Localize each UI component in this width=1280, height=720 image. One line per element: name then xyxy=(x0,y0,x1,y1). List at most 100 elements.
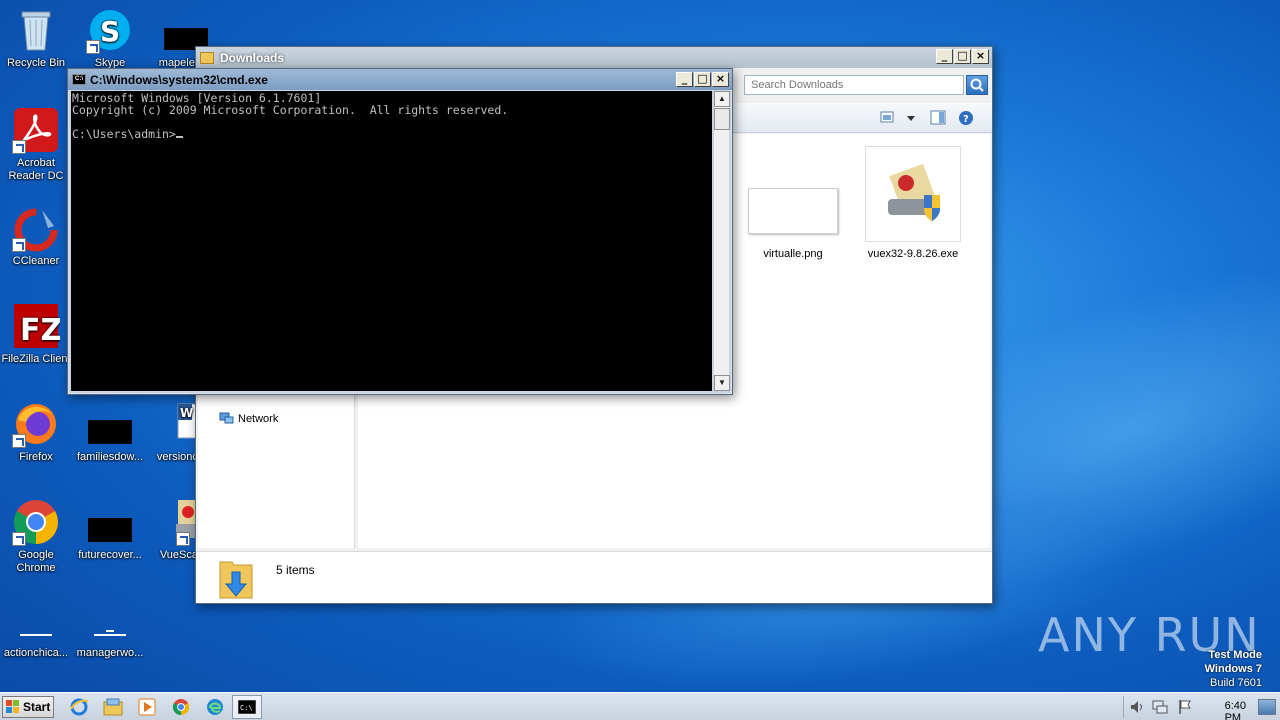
taskbar-edge[interactable] xyxy=(200,695,230,719)
start-label: Start xyxy=(23,700,51,714)
minimize-button[interactable]: _ xyxy=(676,72,693,87)
chrome-icon xyxy=(172,699,190,716)
taskbar-cmd[interactable]: C:\ xyxy=(232,695,262,719)
cmd-icon: C:\ xyxy=(72,74,86,85)
firefox-icon xyxy=(12,400,60,448)
scroll-thumb[interactable] xyxy=(714,108,730,130)
shortcut-arrow-icon xyxy=(12,434,26,448)
text-cursor xyxy=(175,128,183,138)
media-player-icon xyxy=(138,698,156,716)
svg-text:FZ: FZ xyxy=(20,313,60,348)
console-line: C:\Users\admin> xyxy=(72,127,176,141)
desktop-icon-label: Google Chrome xyxy=(16,549,56,574)
taskbar-media-player[interactable] xyxy=(132,695,162,719)
edge-icon xyxy=(207,699,223,715)
maximize-button[interactable]: □ xyxy=(954,49,971,64)
desktop-icon-acrobat[interactable]: Acrobat Reader DC xyxy=(0,106,74,183)
network-tray-icon[interactable] xyxy=(1152,700,1168,717)
scroll-down-button[interactable]: ▼ xyxy=(714,375,730,391)
windows-watermark: Test Mode Windows 7 Build 7601 xyxy=(1205,648,1262,690)
speaker-icon[interactable] xyxy=(1130,700,1144,717)
nav-item-network[interactable]: Network xyxy=(218,412,278,426)
desktop-icon-label: Firefox xyxy=(19,451,53,463)
vuescan-icon xyxy=(150,498,202,546)
desktop-icon-recycle-bin[interactable]: Recycle Bin xyxy=(0,6,74,70)
desktop-icon-firefox[interactable]: Firefox xyxy=(0,400,74,464)
svg-text:?: ? xyxy=(963,114,969,125)
vertical-scrollbar[interactable]: ▲ ▼ xyxy=(713,91,730,391)
desktop-icon-skype[interactable]: S Skype xyxy=(72,6,148,70)
close-button[interactable]: × xyxy=(712,72,729,87)
desktop-icon-label: Acrobat Reader DC xyxy=(8,157,64,182)
blank-file-icon xyxy=(86,596,134,644)
shortcut-arrow-icon xyxy=(176,532,190,546)
file-name: virtualle.png xyxy=(763,248,823,260)
taskbar-explorer[interactable] xyxy=(98,695,128,719)
file-item[interactable]: virtualle.png xyxy=(743,146,843,260)
windows-logo-icon xyxy=(6,700,19,713)
cmd-icon: C:\ xyxy=(238,700,256,714)
shortcut-arrow-icon xyxy=(12,140,26,154)
svg-text:W: W xyxy=(180,406,193,420)
show-desktop-button[interactable] xyxy=(1258,699,1276,715)
preview-pane-icon[interactable] xyxy=(930,110,946,129)
folder-icon xyxy=(200,51,214,64)
view-icon[interactable] xyxy=(880,111,896,124)
cmd-titlebar[interactable]: C:\ C:\Windows\system32\cmd.exe xyxy=(68,69,732,90)
help-icon[interactable]: ? xyxy=(958,110,974,129)
desktop-icon-actionchica[interactable]: actionchica... xyxy=(0,596,74,660)
desktop-icon-label: actionchica... xyxy=(3,647,69,659)
close-button[interactable]: × xyxy=(972,49,989,64)
file-item[interactable]: vuex32-9.8.26.exe xyxy=(863,146,963,260)
image-thumbnail xyxy=(747,146,839,242)
ccleaner-icon xyxy=(12,204,60,252)
desktop-icon-chrome[interactable]: Google Chrome xyxy=(0,498,74,575)
taskbar-chrome[interactable] xyxy=(166,695,196,719)
filezilla-icon: FZ xyxy=(12,302,62,350)
blank-file-icon xyxy=(12,596,60,644)
search-input[interactable] xyxy=(744,75,964,95)
explorer-titlebar[interactable]: Downloads xyxy=(196,47,992,68)
scroll-up-button[interactable]: ▲ xyxy=(714,91,730,107)
maximize-button[interactable]: □ xyxy=(694,72,711,87)
search-icon xyxy=(970,78,984,92)
recycle-bin-icon xyxy=(12,6,60,54)
blackbox-icon xyxy=(86,400,134,448)
search-button[interactable] xyxy=(966,75,988,95)
minimize-button[interactable]: _ xyxy=(936,49,953,64)
console-prompt: C:\Users\admin> xyxy=(72,128,711,140)
shortcut-arrow-icon xyxy=(12,238,26,252)
taskbar: Start C:\ 6:40 PM xyxy=(0,692,1280,720)
item-count: 5 items xyxy=(276,563,315,577)
downloads-folder-icon xyxy=(218,556,254,603)
explorer-title: Downloads xyxy=(220,50,285,65)
file-explorer-icon xyxy=(103,698,123,716)
shortcut-arrow-icon xyxy=(12,532,26,546)
internet-explorer-icon xyxy=(70,698,89,716)
watermark-line: Test Mode xyxy=(1208,649,1262,661)
cmd-title: C:\Windows\system32\cmd.exe xyxy=(90,72,268,87)
watermark-line: Build 7601 xyxy=(1210,677,1262,689)
taskbar-ie[interactable] xyxy=(64,695,94,719)
desktop-icon-filezilla[interactable]: FZ FileZilla Client xyxy=(0,302,74,366)
desktop-icon-ccleaner[interactable]: CCleaner xyxy=(0,204,74,268)
desktop-icon-managerwo[interactable]: managerwo... xyxy=(72,596,148,660)
clock[interactable]: 6:40 PM xyxy=(1225,700,1246,720)
watermark-line: Windows 7 xyxy=(1204,663,1262,675)
network-icon xyxy=(219,412,234,424)
cmd-window[interactable]: C:\ C:\Windows\system32\cmd.exe _ □ × Mi… xyxy=(67,68,733,395)
start-button[interactable]: Start xyxy=(2,696,54,718)
file-name: vuex32-9.8.26.exe xyxy=(867,248,959,260)
console-output[interactable]: Microsoft Windows [Version 6.1.7601] Copy… xyxy=(71,91,712,391)
desktop-icon-label: FileZilla Client xyxy=(1,353,71,365)
action-center-flag-icon[interactable] xyxy=(1178,699,1192,718)
skype-icon: S xyxy=(86,6,134,54)
view-dropdown-arrow-icon[interactable] xyxy=(906,113,916,125)
chrome-icon xyxy=(12,498,60,546)
svg-text:C:\: C:\ xyxy=(240,704,253,712)
shortcut-arrow-icon xyxy=(86,40,100,54)
desktop-icon-label: CCleaner xyxy=(12,255,60,267)
exe-installer-icon xyxy=(865,146,961,242)
acrobat-icon xyxy=(12,106,60,154)
desktop-icon-label: managerwo... xyxy=(76,647,144,659)
